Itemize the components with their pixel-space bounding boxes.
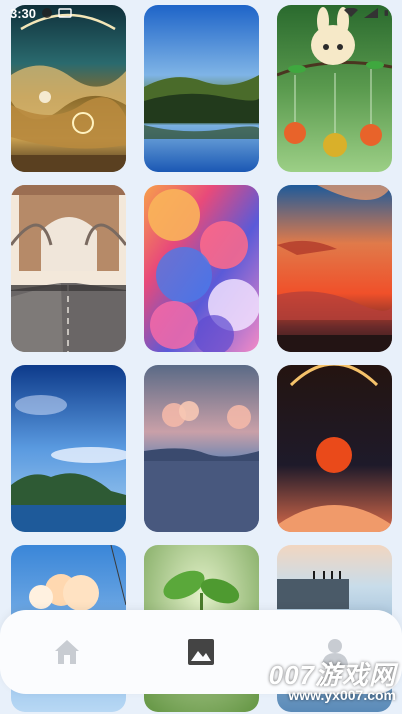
notification-dot-icon (42, 8, 53, 18)
wallpaper-tile[interactable] (144, 365, 259, 532)
watermark: 007游戏网 www.yx007.com (269, 662, 396, 702)
wallpaper-tile[interactable] (11, 5, 126, 172)
bunny-mascot-image (277, 5, 392, 172)
wallpaper-tile[interactable] (277, 5, 392, 172)
notification-box-icon (58, 8, 72, 18)
status-time: 3:30 (10, 5, 37, 21)
nav-gallery-button[interactable] (171, 622, 231, 682)
mountain-lake-image (144, 5, 259, 172)
wallpaper-tile[interactable] (144, 185, 259, 352)
wallpaper-tile[interactable] (11, 185, 126, 352)
image-icon (188, 639, 214, 665)
status-right (344, 8, 392, 18)
wallpaper-tile[interactable] (277, 365, 392, 532)
signal-icon (364, 8, 378, 18)
watermark-sub: www.yx007.com (288, 687, 396, 703)
pink-clouds-sea-image (144, 365, 259, 532)
suspension-bridge-image (11, 185, 126, 352)
status-left: 3:30 (10, 6, 72, 21)
wallpaper-tile[interactable] (277, 185, 392, 352)
wifi-icon (344, 8, 358, 17)
wallpaper-tile[interactable] (144, 5, 259, 172)
golden-swirl-image (11, 5, 126, 172)
status-bar: 3:30 (0, 0, 402, 26)
colorful-clouds-image (144, 185, 259, 352)
blue-sky-island-image (11, 365, 126, 532)
battery-icon (384, 10, 388, 16)
watermark-main: 007游戏网 (268, 660, 396, 690)
home-icon (55, 640, 79, 664)
wallpaper-grid (11, 5, 392, 712)
nav-home-button[interactable] (37, 622, 97, 682)
wallpaper-tile[interactable] (11, 365, 126, 532)
red-sunset-image (277, 185, 392, 352)
red-sun-eclipse-image (277, 365, 392, 532)
